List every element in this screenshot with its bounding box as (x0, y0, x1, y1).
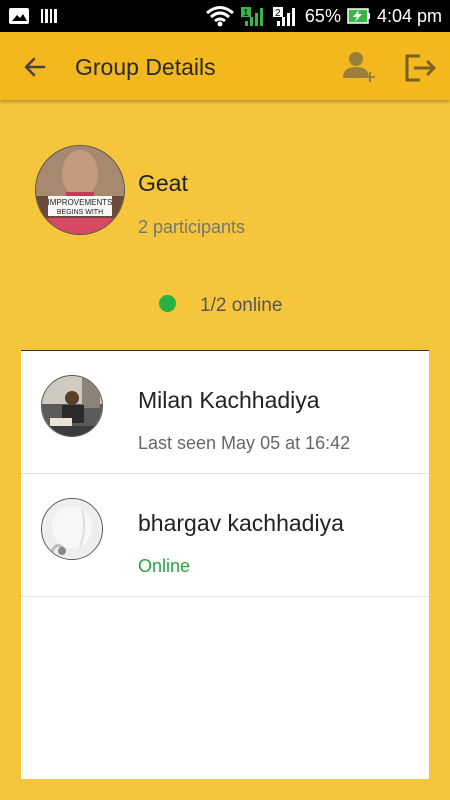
group-avatar-image: IMPROVEMENTS BEGINS WITH (36, 146, 124, 234)
gallery-notification-icon (9, 8, 29, 24)
barcode-notification-icon (41, 9, 57, 23)
group-name: Geat (138, 170, 188, 196)
svg-text:2: 2 (275, 8, 281, 19)
participants-count: 2 participants (138, 217, 246, 237)
avatar (41, 498, 103, 560)
svg-text:IMPROVEMENTS: IMPROVEMENTS (48, 198, 113, 207)
page-title: Group Details (75, 54, 216, 80)
member-status: Online (138, 556, 191, 576)
signal-sim2-icon: 2 (272, 7, 295, 26)
member-name: Milan Kachhadiya (138, 387, 320, 413)
status-bar-left (8, 7, 58, 25)
member-avatar-image (42, 376, 102, 436)
member-status: Last seen May 05 at 16:42 (138, 433, 351, 453)
status-bar-right: 1 2 65% 4:04 pm (205, 5, 442, 27)
exit-group-icon[interactable] (402, 50, 438, 86)
member-avatar-image (42, 499, 102, 559)
battery-percent: 65% (304, 5, 341, 26)
online-status-dot (159, 295, 176, 312)
avatar (41, 375, 103, 437)
members-list: Milan Kachhadiya Last seen May 05 at 16:… (21, 350, 429, 779)
svg-text:BEGINS WITH: BEGINS WITH (57, 209, 103, 216)
member-name: bhargav kachhadiya (138, 510, 344, 536)
signal-sim1-icon: 1 (240, 7, 263, 26)
app-bar: Group Details (0, 32, 450, 100)
battery-charging-icon (347, 8, 370, 24)
list-item[interactable]: Milan Kachhadiya Last seen May 05 at 16:… (21, 351, 429, 474)
status-bar: 1 2 65% 4:04 pm (0, 0, 450, 32)
clock: 4:04 pm (376, 5, 442, 26)
add-participant-icon[interactable] (340, 48, 378, 86)
online-count: 1/2 online (200, 295, 283, 316)
wifi-icon (205, 6, 234, 27)
svg-text:1: 1 (243, 8, 249, 19)
back-arrow-icon[interactable] (22, 54, 48, 80)
group-avatar[interactable]: IMPROVEMENTS BEGINS WITH (35, 145, 125, 235)
list-item[interactable]: bhargav kachhadiya Online (21, 474, 429, 597)
